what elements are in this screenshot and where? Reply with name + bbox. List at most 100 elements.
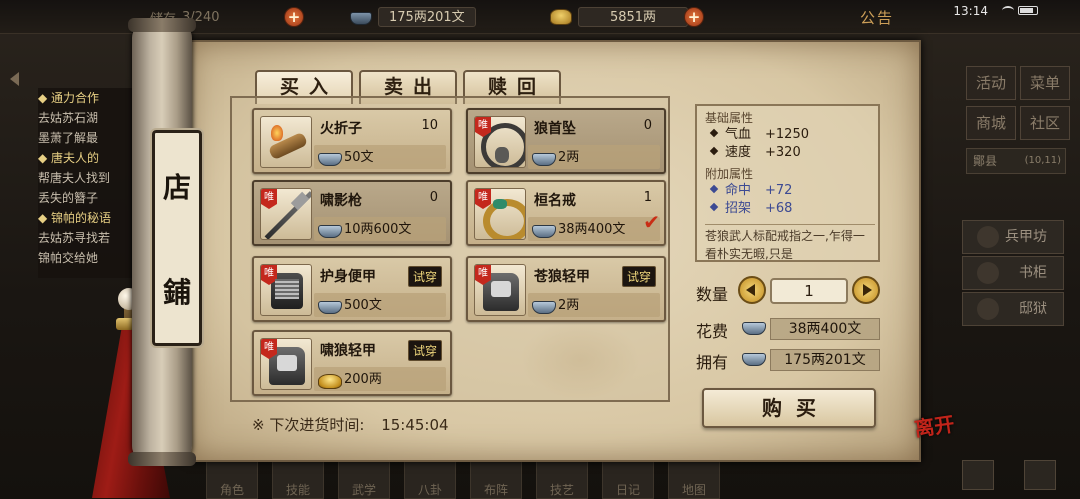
bottom-menu-item[interactable]: 地图 xyxy=(668,458,720,499)
bottom-menu-item[interactable]: 八卦 xyxy=(404,458,456,499)
shop-item[interactable]: 火折子 10 50文 xyxy=(252,108,452,174)
shop-item[interactable]: 唯 啸影枪 0 10两600文 xyxy=(252,180,452,246)
item-name: 啸影枪 xyxy=(320,193,362,209)
item-price: 2两 xyxy=(558,298,580,313)
item-price: 200两 xyxy=(344,372,382,387)
unique-tag: 唯 xyxy=(261,339,277,359)
qty-input[interactable]: 1 xyxy=(770,278,848,304)
stat-name: 招架 xyxy=(725,201,752,216)
increase-qty-button[interactable] xyxy=(852,276,880,304)
shop-item[interactable]: 唯 啸狼轻甲 试穿 200两 xyxy=(252,330,452,396)
plus-icon: + xyxy=(684,7,704,27)
stat-row: 速度 +320 xyxy=(705,144,870,162)
stat-value: +68 xyxy=(765,201,793,216)
item-name: 狼首坠 xyxy=(534,121,576,137)
item-name: 啸狼轻甲 xyxy=(320,343,376,359)
bottom-menu-item[interactable]: 日记 xyxy=(602,458,654,499)
shop-cabinet-button[interactable]: 书柜 xyxy=(962,256,1064,290)
shop-item[interactable]: 唯 护身便甲 试穿 500文 xyxy=(252,256,452,322)
shop-item[interactable]: 唯 苍狼轻甲 试穿 2两 xyxy=(466,256,666,322)
system-indicators xyxy=(1002,5,1062,15)
menu-button[interactable]: 菜单 xyxy=(1020,66,1070,100)
try-on-button[interactable]: 试穿 xyxy=(621,266,656,287)
try-on-button[interactable]: 试穿 xyxy=(407,266,442,287)
stat-value: +320 xyxy=(765,145,801,160)
item-description: 苍狼武人标配戒指之一,乍得一看朴实无暇,只是 xyxy=(705,224,875,263)
plaque-char-1: 店 xyxy=(162,170,191,204)
corner-button-left[interactable] xyxy=(962,460,994,490)
stat-row: 招架 +68 xyxy=(705,200,870,218)
buy-button[interactable]: 购买 xyxy=(702,388,876,428)
tael-icon xyxy=(316,297,342,315)
item-price: 500文 xyxy=(344,298,382,313)
own-label: 拥有 xyxy=(696,353,729,372)
location-label: 鄮县 (10,11) xyxy=(966,148,1066,174)
shop-item[interactable]: 唯 桓名戒 1 38两400文 ✔ xyxy=(466,180,666,246)
leave-button[interactable]: 离开 xyxy=(913,412,963,463)
tael-icon xyxy=(530,149,556,167)
community-button[interactable]: 社区 xyxy=(1020,106,1070,140)
bottom-menu-item[interactable]: 技艺 xyxy=(536,458,588,499)
item-name: 火折子 xyxy=(320,121,362,137)
item-price: 10两600文 xyxy=(344,222,412,237)
stat-row: 命中 +72 xyxy=(705,182,870,200)
shop-prison-button[interactable]: 邸狱 xyxy=(962,292,1064,326)
bottom-menu-item[interactable]: 技能 xyxy=(272,458,324,499)
activity-button[interactable]: 活动 xyxy=(966,66,1016,100)
stat-name: 命中 xyxy=(725,183,752,198)
tael-icon xyxy=(348,9,372,25)
location-name: 鄮县 xyxy=(973,154,998,168)
item-price: 38两400文 xyxy=(558,222,626,237)
shop-item[interactable]: 唯 狼首坠 0 2两 xyxy=(466,108,666,174)
collapse-arrow-icon[interactable] xyxy=(10,72,19,86)
item-price: 2两 xyxy=(558,150,580,165)
bag-add-button[interactable]: + xyxy=(284,6,304,28)
item-name: 桓名戒 xyxy=(534,193,576,209)
unique-tag: 唯 xyxy=(261,265,277,285)
stat-name: 速度 xyxy=(725,145,752,160)
mall-button[interactable]: 商城 xyxy=(966,106,1016,140)
restock-info: ※ 下次进货时间: 15:45:04 xyxy=(252,414,449,435)
restock-label: ※ 下次进货时间: xyxy=(252,416,365,434)
gold-ingots: 5851两 xyxy=(550,6,688,28)
item-detail-panel: 基础属性 气血 +1250 速度 +320 附加属性 命中 +72 招架 +68 苍狼武… xyxy=(695,104,880,262)
battery-icon xyxy=(1018,5,1038,15)
corner-button-right[interactable] xyxy=(1024,460,1056,490)
bottom-menu-item[interactable]: 布阵 xyxy=(470,458,522,499)
shop-cabinet-label: 书柜 xyxy=(1019,265,1047,281)
item-stock: 0 xyxy=(429,190,438,205)
copper-money: 175两201文 xyxy=(348,6,476,28)
own-value: 175两201文 xyxy=(770,349,880,371)
plus-icon: + xyxy=(284,7,304,27)
item-stock: 1 xyxy=(643,190,652,205)
decrease-qty-button[interactable] xyxy=(738,276,766,304)
armor-icon: 唯 xyxy=(260,338,312,390)
stat-value: +72 xyxy=(765,183,793,198)
gold-add-button[interactable]: + xyxy=(684,6,704,28)
wifi-icon xyxy=(1002,5,1014,15)
cost-label: 花费 xyxy=(696,322,729,341)
tael-icon xyxy=(530,297,556,315)
item-price: 50文 xyxy=(344,150,374,165)
restock-time: 15:45:04 xyxy=(381,416,449,434)
cost-value: 38两400文 xyxy=(770,318,880,340)
gold-ingot-icon xyxy=(550,9,572,25)
notice-button[interactable]: 公告 xyxy=(860,7,894,28)
gold-ingots-value: 5851两 xyxy=(578,7,688,27)
copper-money-value: 175两201文 xyxy=(378,7,476,27)
try-on-button[interactable]: 试穿 xyxy=(407,340,442,361)
bottom-menu-item[interactable]: 角色 xyxy=(206,458,258,499)
unique-tag: 唯 xyxy=(475,189,491,209)
gold-ingot-icon xyxy=(316,371,342,389)
bottom-menu-item[interactable]: 武学 xyxy=(338,458,390,499)
shop-armor-label: 兵甲坊 xyxy=(1005,229,1047,245)
armor-icon: 唯 xyxy=(260,264,312,316)
tael-icon xyxy=(740,349,766,367)
tael-icon xyxy=(740,318,766,336)
tael-icon xyxy=(530,221,556,239)
shop-armor-button[interactable]: 兵甲坊 xyxy=(962,220,1064,254)
item-name: 护身便甲 xyxy=(320,269,376,285)
extra-stats-header: 附加属性 xyxy=(705,167,754,181)
item-name: 苍狼轻甲 xyxy=(534,269,590,285)
unique-tag: 唯 xyxy=(475,265,491,285)
